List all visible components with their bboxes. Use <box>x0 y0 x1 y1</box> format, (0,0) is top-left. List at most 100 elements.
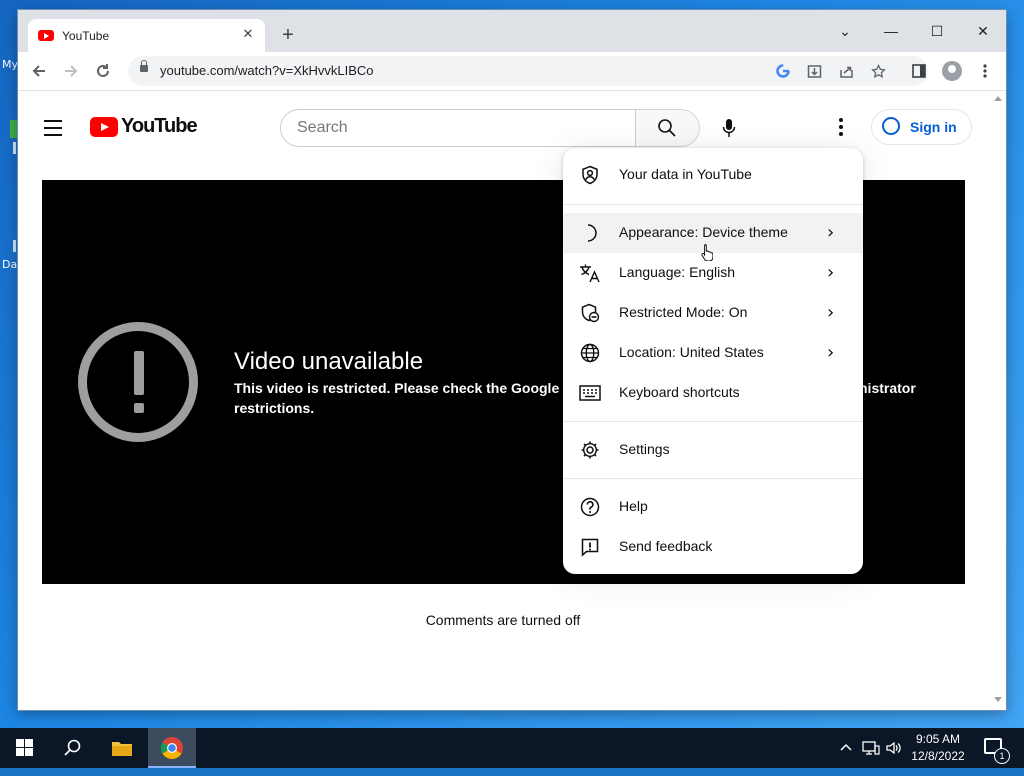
maximize-button[interactable]: ☐ <box>915 16 959 46</box>
menu-divider <box>563 478 863 479</box>
scrollbar[interactable] <box>990 91 1006 710</box>
menu-item-appearance[interactable]: Appearance: Device theme › <box>563 213 863 253</box>
account-circle-icon <box>882 117 900 135</box>
address-bar[interactable]: youtube.com/watch?v=XkHvvkLIBCo <box>128 56 928 86</box>
dot <box>839 125 843 129</box>
search-button[interactable] <box>636 109 700 147</box>
menu-item-label: Language: English <box>619 264 735 280</box>
menu-item-label: Appearance: Device theme <box>619 224 788 240</box>
title-bar[interactable]: YouTube ✕ + ⌄ — ☐ ✕ <box>18 10 1006 53</box>
chrome-menu-button[interactable] <box>972 58 998 84</box>
message-line-2: restrictions. <box>234 400 315 416</box>
desktop-icon[interactable] <box>10 120 18 138</box>
minimize-button[interactable]: — <box>869 16 913 46</box>
scroll-up-arrow-icon[interactable] <box>994 96 1002 101</box>
microphone-icon <box>722 119 736 137</box>
menu-item-your-data[interactable]: Your data in YouTube <box>563 155 863 195</box>
alert-circle-icon <box>78 322 198 442</box>
chrome-logo-icon <box>161 737 183 759</box>
taskbar-clock[interactable]: 9:05 AM 12/8/2022 <box>906 731 970 765</box>
folder-icon <box>112 742 132 756</box>
menu-item-keyboard-shortcuts[interactable]: Keyboard shortcuts <box>563 373 863 413</box>
menu-item-restricted-mode[interactable]: Restricted Mode: On › <box>563 293 863 333</box>
kebab-menu-icon <box>983 64 987 78</box>
help-circle-icon <box>577 495 603 519</box>
tab-title: YouTube <box>62 29 110 43</box>
youtube-logo-text[interactable]: YouTube <box>121 115 198 138</box>
menu-divider <box>563 204 863 205</box>
alert-bar <box>134 351 144 395</box>
dot <box>839 132 843 136</box>
clock-date: 12/8/2022 <box>911 749 965 763</box>
menu-item-settings[interactable]: Settings <box>563 430 863 470</box>
desktop-icon-label[interactable]: My <box>2 58 18 71</box>
message-part-left: This video is restricted. Please check t… <box>234 380 584 396</box>
tab-youtube[interactable]: YouTube ✕ <box>28 19 265 53</box>
file-explorer-button[interactable] <box>98 728 146 768</box>
settings-menu-button[interactable] <box>828 115 854 141</box>
guide-menu-button[interactable] <box>44 120 62 141</box>
chrome-window: YouTube ✕ + ⌄ — ☐ ✕ youtube.com/watch?v=… <box>18 10 1006 710</box>
start-button[interactable] <box>0 728 48 768</box>
menu-item-label: Location: United States <box>619 344 764 360</box>
show-hidden-icons-button[interactable] <box>840 740 852 755</box>
restricted-shield-icon <box>577 301 603 325</box>
tab-search-button[interactable]: ⌄ <box>823 16 867 46</box>
menu-item-language[interactable]: Language: English › <box>563 253 863 293</box>
install-app-icon[interactable] <box>802 59 826 83</box>
chevron-right-icon: › <box>827 302 835 323</box>
side-panel-button[interactable] <box>906 58 932 84</box>
chevron-right-icon: › <box>827 222 835 243</box>
arrow-right-icon <box>65 65 78 77</box>
browser-toolbar: youtube.com/watch?v=XkHvvkLIBCo <box>18 52 1006 91</box>
speaker-icon <box>886 741 901 755</box>
sign-in-button[interactable]: Sign in <box>871 109 972 145</box>
chevron-right-icon: › <box>827 342 835 363</box>
google-lens-icon[interactable] <box>771 59 795 83</box>
notification-count-badge: 1 <box>994 748 1010 764</box>
youtube-page: YouTube Search Sign in Video unavailable… <box>18 91 1006 710</box>
reload-button[interactable] <box>90 58 116 84</box>
search-icon <box>63 739 80 756</box>
tab-close-icon[interactable]: ✕ <box>239 25 257 43</box>
search-icon <box>658 119 676 137</box>
back-button[interactable] <box>26 58 52 84</box>
menu-item-label: Settings <box>619 441 670 457</box>
windows-taskbar: 9:05 AM 12/8/2022 1 <box>0 728 1024 768</box>
arrow-left-icon <box>32 65 45 77</box>
menu-item-help[interactable]: Help <box>563 487 863 527</box>
sign-in-label: Sign in <box>910 119 957 135</box>
desktop-icon-label[interactable]: Da <box>2 258 17 271</box>
hamburger-line <box>44 120 62 122</box>
side-panel-icon <box>912 64 926 78</box>
settings-dropdown-menu: Your data in YouTube Appearance: Device … <box>563 148 863 574</box>
network-button[interactable] <box>862 740 880 759</box>
shield-person-icon <box>577 163 603 187</box>
youtube-logo-icon[interactable] <box>90 117 118 137</box>
profile-avatar-button[interactable] <box>942 61 962 81</box>
scroll-down-arrow-icon[interactable] <box>994 697 1002 702</box>
search-taskbar-button[interactable] <box>48 728 96 768</box>
url-text[interactable]: youtube.com/watch?v=XkHvvkLIBCo <box>160 63 374 78</box>
dot <box>839 118 843 122</box>
menu-divider <box>563 421 863 422</box>
menu-item-send-feedback[interactable]: Send feedback <box>563 527 863 567</box>
bookmark-star-icon[interactable] <box>866 59 890 83</box>
search-input[interactable]: Search <box>280 109 636 147</box>
lock-icon[interactable] <box>140 60 148 72</box>
chevron-up-icon <box>840 743 852 751</box>
chrome-taskbar-button[interactable] <box>148 728 196 768</box>
volume-button[interactable] <box>885 740 903 759</box>
menu-item-label: Help <box>619 498 648 514</box>
desktop-icon[interactable] <box>13 142 16 154</box>
forward-button[interactable] <box>58 58 84 84</box>
voice-search-button[interactable] <box>710 109 748 147</box>
reload-icon <box>97 64 109 77</box>
comments-status: Comments are turned off <box>425 612 581 628</box>
desktop-icon[interactable] <box>13 240 16 252</box>
menu-item-location[interactable]: Location: United States › <box>563 333 863 373</box>
close-window-button[interactable]: ✕ <box>961 16 1005 46</box>
hamburger-line <box>44 127 62 129</box>
new-tab-button[interactable]: + <box>276 24 300 48</box>
share-icon[interactable] <box>834 59 858 83</box>
